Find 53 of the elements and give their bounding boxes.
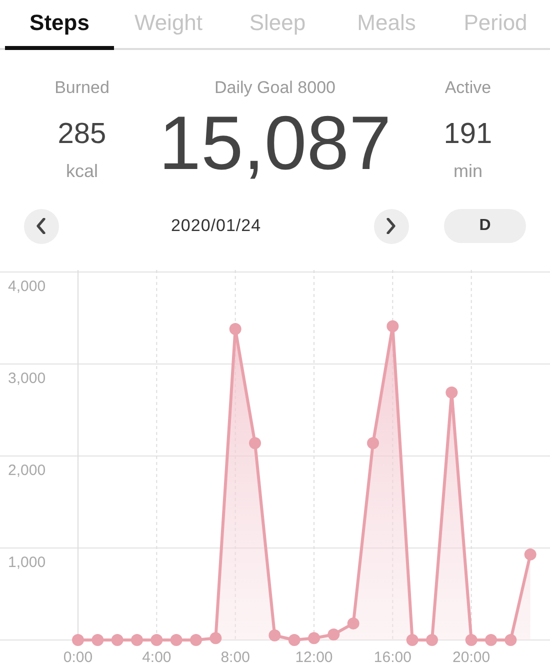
y-axis-label: 3,000 bbox=[8, 370, 46, 387]
x-axis-label: 0:00 bbox=[63, 649, 93, 666]
tab[interactable]: Period bbox=[441, 0, 550, 50]
tab[interactable]: Weight bbox=[114, 0, 223, 50]
data-point bbox=[210, 632, 222, 644]
y-axis-label: 1,000 bbox=[8, 554, 46, 571]
tab[interactable]: Meals bbox=[332, 0, 441, 50]
data-point bbox=[190, 634, 202, 646]
data-point bbox=[249, 437, 261, 450]
data-point bbox=[288, 634, 300, 646]
data-point bbox=[268, 629, 281, 642]
goal-label: Daily Goal 8000 bbox=[214, 78, 336, 99]
x-axis-label: 20:00 bbox=[452, 649, 490, 666]
data-point bbox=[170, 634, 182, 646]
data-point bbox=[308, 632, 320, 644]
x-axis-label: 4:00 bbox=[142, 649, 172, 666]
tab[interactable]: Sleep bbox=[223, 0, 332, 50]
stat-value: 191 bbox=[444, 118, 492, 151]
tab[interactable]: Steps bbox=[5, 0, 114, 50]
previous-day-button[interactable] bbox=[24, 208, 58, 244]
step-count: 15,087 bbox=[158, 106, 392, 182]
data-point bbox=[485, 634, 497, 646]
x-axis-label: 12:00 bbox=[295, 649, 333, 666]
date-label: 2020/01/24 bbox=[170, 216, 262, 236]
period-button[interactable]: D bbox=[444, 209, 526, 243]
data-point bbox=[131, 634, 143, 646]
x-axis-label: 16:00 bbox=[374, 649, 412, 666]
data-point bbox=[524, 548, 536, 560]
data-point bbox=[367, 437, 379, 450]
chevron-left-icon bbox=[36, 218, 46, 234]
data-point bbox=[72, 634, 84, 646]
x-axis-label: 8:00 bbox=[220, 649, 250, 666]
data-point bbox=[229, 323, 242, 336]
stat-unit: kcal bbox=[66, 161, 98, 182]
data-point bbox=[386, 320, 399, 332]
stat-value: 285 bbox=[58, 118, 106, 151]
y-axis-label: 4,000 bbox=[8, 278, 46, 295]
data-point bbox=[111, 634, 124, 646]
data-point bbox=[328, 628, 340, 640]
next-day-button[interactable] bbox=[374, 208, 408, 244]
stat-label: Burned bbox=[54, 78, 110, 99]
data-point bbox=[92, 634, 104, 646]
data-point bbox=[426, 634, 438, 646]
data-point bbox=[347, 617, 360, 630]
data-point bbox=[504, 634, 517, 646]
chevron-right-icon bbox=[386, 218, 396, 234]
data-point bbox=[406, 634, 418, 646]
data-point bbox=[446, 386, 458, 399]
data-point bbox=[465, 634, 478, 646]
stat-unit: min bbox=[453, 161, 482, 182]
data-point bbox=[150, 634, 163, 646]
stat-label: Active bbox=[444, 78, 492, 99]
y-axis-label: 2,000 bbox=[8, 462, 46, 479]
